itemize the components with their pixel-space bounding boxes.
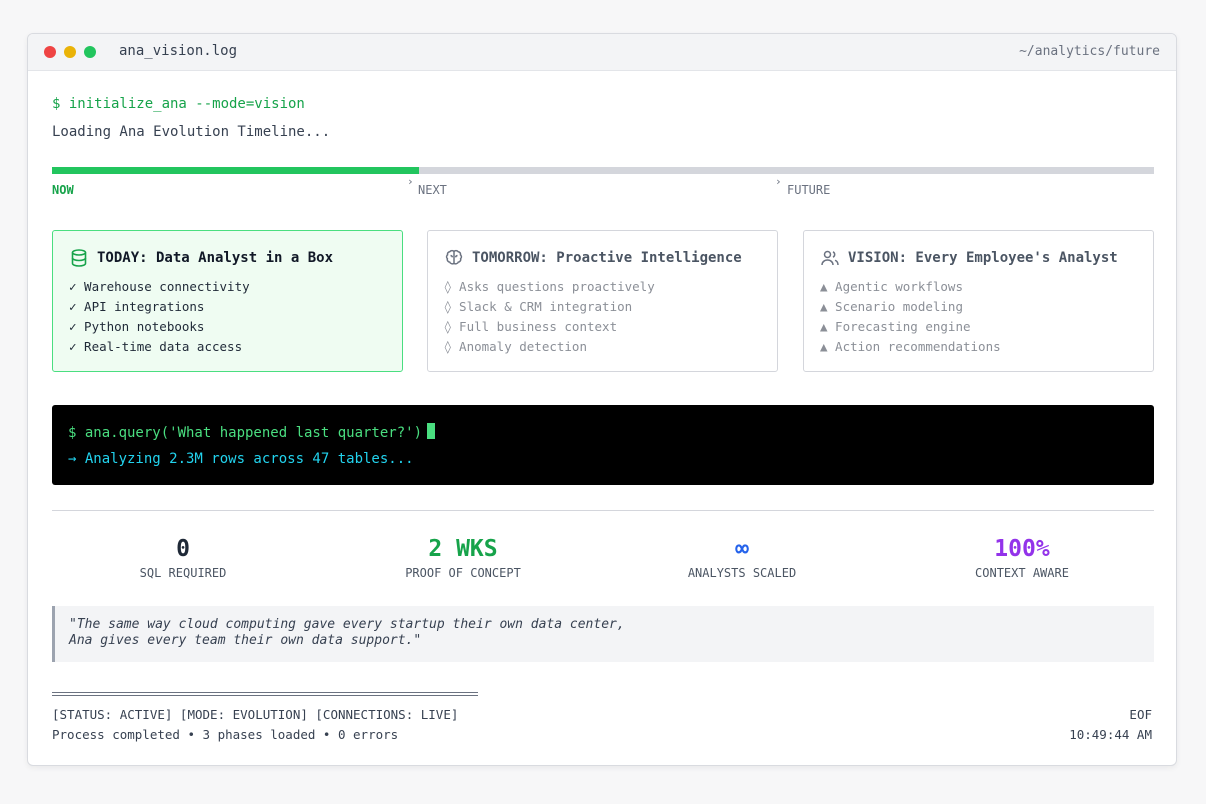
list-item: ◊ Anomaly detection xyxy=(444,339,587,354)
list-item: ✓ Python notebooks xyxy=(69,319,205,334)
init-command: $ initialize_ana --mode=vision xyxy=(52,96,305,112)
card-title: VISION: Every Employee's Analyst xyxy=(848,250,1118,266)
list-item: ◊ Full business context xyxy=(444,319,618,334)
list-item: ✓ Warehouse connectivity xyxy=(69,279,250,294)
stat-value: ∞ xyxy=(735,536,749,562)
quote-block: "The same way cloud computing gave every… xyxy=(52,606,1154,662)
list-item: ✓ Real-time data access xyxy=(69,339,243,354)
list-item: ▲ Forecasting engine xyxy=(820,319,971,334)
card-title: TODAY: Data Analyst in a Box xyxy=(97,250,334,266)
terminal-output: → Analyzing 2.3M rows across 47 tables..… xyxy=(68,451,414,467)
minimize-window-button[interactable] xyxy=(64,46,76,58)
card-tomorrow: TOMORROW: Proactive Intelligence ◊ Asks … xyxy=(427,230,778,372)
stat-value: 0 xyxy=(176,536,190,562)
loading-text: Loading Ana Evolution Timeline... xyxy=(52,124,331,140)
phase-next: NEXT xyxy=(418,183,447,197)
stat-proof-of-concept: 2 WKS PROOF OF CONCEPT xyxy=(343,534,583,580)
window-title: ana_vision.log xyxy=(119,43,238,59)
divider xyxy=(52,510,1154,511)
list-item: ◊ Slack & CRM integration xyxy=(444,299,633,314)
stat-label: ANALYSTS SCALED xyxy=(687,566,797,580)
terminal-query: $ ana.query('What happened last quarter?… xyxy=(68,425,423,441)
card-today: TODAY: Data Analyst in a Box ✓ Warehouse… xyxy=(52,230,403,372)
chevron-right-icon: › xyxy=(775,175,782,188)
stat-context-aware: 100% CONTEXT AWARE xyxy=(902,534,1142,580)
status-line: [STATUS: ACTIVE] [MODE: EVOLUTION] [CONN… xyxy=(52,707,459,722)
timestamp: 10:49:44 AM xyxy=(1069,727,1152,742)
stat-label: SQL REQUIRED xyxy=(139,566,227,580)
list-item: ▲ Agentic workflows xyxy=(820,279,963,294)
eof-marker: EOF xyxy=(1129,707,1152,722)
quote-line: "The same way cloud computing gave every… xyxy=(69,617,625,632)
double-rule-divider xyxy=(52,692,478,696)
terminal-panel[interactable]: $ ana.query('What happened last quarter?… xyxy=(52,405,1154,485)
chevron-right-icon: › xyxy=(407,175,414,188)
terminal-cursor xyxy=(427,423,436,439)
timeline-progress-fill xyxy=(52,167,419,174)
close-window-button[interactable] xyxy=(44,46,56,58)
stat-analysts-scaled: ∞ ANALYSTS SCALED xyxy=(622,534,862,580)
title-bar: ana_vision.log ~/analytics/future xyxy=(28,34,1176,71)
stat-value: 2 WKS xyxy=(428,536,498,562)
phase-now: NOW xyxy=(52,183,74,197)
list-item: ✓ API integrations xyxy=(69,299,205,314)
card-vision: VISION: Every Employee's Analyst ▲ Agent… xyxy=(803,230,1154,372)
stat-value: 100% xyxy=(994,536,1050,562)
maximize-window-button[interactable] xyxy=(84,46,96,58)
brain-icon xyxy=(444,248,464,268)
timeline-progress-bar xyxy=(52,167,1154,174)
list-item: ▲ Scenario modeling xyxy=(820,299,963,314)
list-item: ◊ Asks questions proactively xyxy=(444,279,655,294)
phase-future: FUTURE xyxy=(787,183,831,197)
users-icon xyxy=(820,248,840,268)
stat-label: CONTEXT AWARE xyxy=(975,566,1069,580)
stat-label: PROOF OF CONCEPT xyxy=(405,566,521,580)
card-title: TOMORROW: Proactive Intelligence xyxy=(472,250,742,266)
list-item: ▲ Action recommendations xyxy=(820,339,1001,354)
quote-line: Ana gives every team their own data supp… xyxy=(69,633,422,648)
terminal-query-line: $ ana.query('What happened last quarter?… xyxy=(68,423,436,441)
database-icon xyxy=(69,248,89,268)
stat-sql-required: 0 SQL REQUIRED xyxy=(63,534,303,580)
process-summary: Process completed • 3 phases loaded • 0 … xyxy=(52,727,399,742)
log-window: ana_vision.log ~/analytics/future $ init… xyxy=(27,33,1177,766)
window-path: ~/analytics/future xyxy=(1019,44,1160,59)
